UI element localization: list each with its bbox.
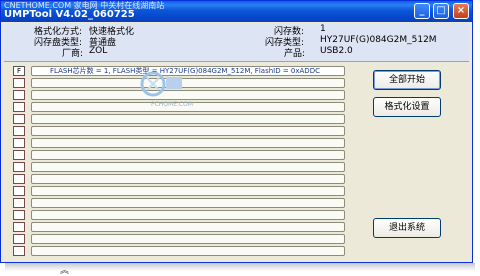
- device-checkbox[interactable]: [13, 222, 25, 232]
- format-settings-button[interactable]: 格式化设置: [373, 97, 441, 117]
- device-checkbox[interactable]: [13, 102, 25, 112]
- device-checkbox[interactable]: [13, 78, 25, 88]
- device-checkbox[interactable]: [13, 150, 25, 160]
- device-checkbox[interactable]: [13, 126, 25, 136]
- device-row[interactable]: [31, 234, 345, 244]
- vendor-label: 厂商:: [62, 49, 84, 59]
- divider: [4, 61, 469, 62]
- header-checkbox[interactable]: F: [13, 66, 25, 76]
- device-row[interactable]: [31, 150, 345, 160]
- app-window: CNETHOME.COM 家电网 中关村在线湖南站 UMPTool V4.02_…: [0, 0, 473, 263]
- watermark-text: PCHOME.COM: [151, 101, 194, 108]
- device-checkbox[interactable]: [13, 210, 25, 220]
- device-row-1[interactable]: FLASH芯片数 = 1, FLASH类型 = HY27UF(G)084G2M_…: [31, 66, 345, 76]
- product-value: USB2.0: [320, 46, 353, 56]
- device-row[interactable]: [31, 90, 345, 100]
- device-checkbox[interactable]: [13, 162, 25, 172]
- flash-type-value: HY27UF(G)084G2M_512M: [320, 35, 437, 45]
- device-checkbox[interactable]: [13, 186, 25, 196]
- vendor-value: ZOL: [89, 46, 108, 56]
- window-shadow: [5, 263, 475, 271]
- device-row[interactable]: [31, 138, 345, 148]
- product-label: 产品:: [284, 49, 306, 59]
- device-row[interactable]: [31, 186, 345, 196]
- device-row[interactable]: [31, 174, 345, 184]
- device-row[interactable]: [31, 162, 345, 172]
- device-checkbox[interactable]: [13, 90, 25, 100]
- device-checkbox[interactable]: [13, 234, 25, 244]
- exit-button[interactable]: 退出系统: [373, 218, 441, 238]
- device-checkbox[interactable]: [13, 114, 25, 124]
- close-button[interactable]: ×: [453, 3, 469, 19]
- device-row[interactable]: [31, 78, 345, 88]
- device-row[interactable]: [31, 198, 345, 208]
- start-all-button[interactable]: 全部开始: [373, 70, 441, 90]
- maximize-button[interactable]: □: [433, 3, 449, 19]
- device-row[interactable]: [31, 222, 345, 232]
- device-checkbox[interactable]: [13, 174, 25, 184]
- device-checkbox[interactable]: [13, 246, 25, 256]
- device-row[interactable]: [31, 210, 345, 220]
- device-checkbox[interactable]: [13, 198, 25, 208]
- device-row[interactable]: [31, 246, 345, 256]
- window-title: UMPTool V4.02_060725: [4, 9, 135, 20]
- minimize-button[interactable]: _: [414, 3, 430, 19]
- device-row[interactable]: [31, 114, 345, 124]
- device-row[interactable]: [31, 126, 345, 136]
- flash-count-value: 1: [320, 24, 326, 34]
- chevron-up-icon: ︽: [60, 266, 70, 276]
- title-bar[interactable]: CNETHOME.COM 家电网 中关村在线湖南站 UMPTool V4.02_…: [1, 1, 472, 22]
- watermark-logo: [140, 71, 182, 97]
- device-checkbox[interactable]: [13, 138, 25, 148]
- device-info-panel: 格式化方式: 快速格式化 闪存盘类型: 普通盘 厂商: ZOL 闪存数: 1 闪…: [4, 23, 469, 61]
